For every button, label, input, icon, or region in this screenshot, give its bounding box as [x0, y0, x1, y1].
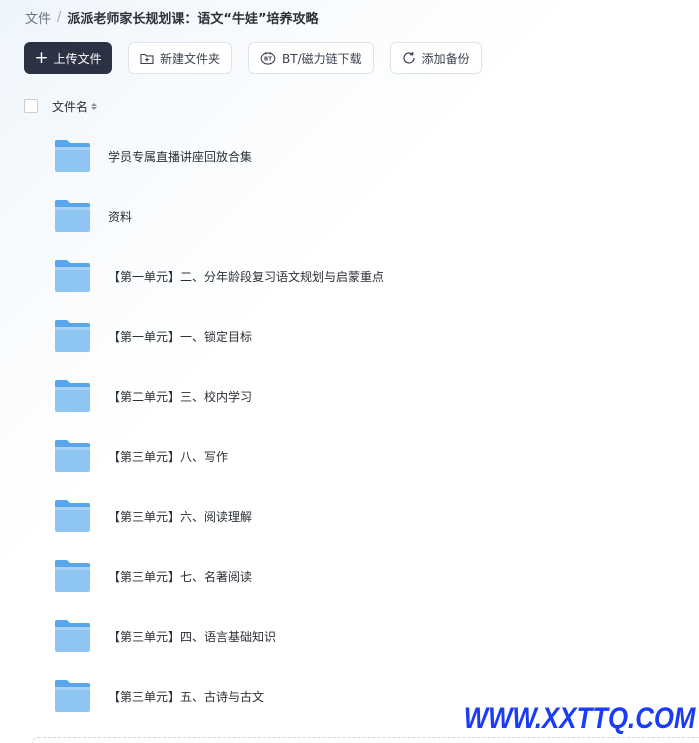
file-name: 【第三单元】六、阅读理解	[108, 509, 253, 524]
file-row[interactable]: 【第三单元】八、写作	[0, 426, 699, 486]
bt-icon: BT	[260, 52, 276, 65]
file-row[interactable]: 【第一单元】一、锁定目标	[0, 306, 699, 366]
upload-drop-zone[interactable]	[32, 737, 699, 743]
add-backup-label: 添加备份	[421, 51, 470, 66]
plus-icon: +	[34, 47, 49, 68]
bt-magnet-download-button[interactable]: BT BT/磁力链下载	[248, 42, 374, 74]
folder-icon	[55, 560, 90, 592]
file-row[interactable]: 【第三单元】六、阅读理解	[0, 486, 699, 546]
watermark-text: WWW.XXTTQ.COM	[463, 702, 695, 735]
sync-icon	[403, 52, 415, 64]
folder-icon	[55, 320, 90, 352]
bt-magnet-download-label: BT/磁力链下载	[282, 51, 362, 66]
file-row[interactable]: 【第一单元】二、分年龄段复习语文规划与启蒙重点	[0, 246, 699, 306]
file-name: 【第三单元】八、写作	[108, 449, 229, 464]
folder-icon	[55, 260, 90, 292]
file-name: 学员专属直播讲座回放合集	[108, 149, 253, 164]
folder-icon	[55, 500, 90, 532]
new-folder-icon	[140, 53, 154, 64]
upload-file-label: 上传文件	[53, 51, 102, 66]
folder-icon	[55, 140, 90, 172]
breadcrumb-separator: /	[57, 9, 62, 25]
folder-icon	[55, 680, 90, 712]
file-list: 学员专属直播讲座回放合集 资料【第一单元】二、分年龄段复习语文规划与启蒙重点 【第一…	[0, 126, 699, 726]
file-row[interactable]: 【第三单元】七、名著阅读	[0, 546, 699, 606]
file-name: 【第一单元】一、锁定目标	[108, 329, 253, 344]
folder-icon	[55, 440, 90, 472]
folder-icon	[55, 200, 90, 232]
file-row[interactable]: 【第二单元】三、校内学习	[0, 366, 699, 426]
new-folder-button[interactable]: 新建文件夹	[128, 42, 233, 74]
breadcrumb-current-folder: 派派老师家长规划课：语文“牛娃”培养攻略	[67, 11, 319, 27]
new-folder-label: 新建文件夹	[160, 51, 221, 66]
file-name: 【第三单元】七、名著阅读	[108, 569, 253, 584]
folder-icon	[55, 620, 90, 652]
add-backup-button[interactable]: 添加备份	[389, 42, 482, 74]
file-name: 【第二单元】三、校内学习	[108, 389, 253, 404]
file-list-header: 文件名	[24, 97, 98, 115]
folder-icon	[55, 380, 90, 412]
filename-column-header[interactable]: 文件名	[52, 98, 88, 115]
toolbar: + 上传文件 新建文件夹 BT BT/磁力链下载 添加备份	[24, 42, 482, 74]
file-name: 【第三单元】四、语言基础知识	[108, 629, 277, 644]
upload-file-button[interactable]: + 上传文件	[24, 42, 112, 74]
svg-text:BT: BT	[264, 57, 272, 63]
select-all-checkbox[interactable]	[24, 99, 38, 113]
sort-icon[interactable]	[91, 102, 98, 110]
file-name: 资料	[108, 209, 133, 224]
breadcrumb-root-link[interactable]: 文件	[25, 8, 51, 27]
file-name: 【第一单元】二、分年龄段复习语文规划与启蒙重点	[108, 269, 385, 284]
file-row[interactable]: 学员专属直播讲座回放合集	[0, 126, 699, 186]
file-row[interactable]: 资料	[0, 186, 699, 246]
file-row[interactable]: 【第三单元】四、语言基础知识	[0, 606, 699, 666]
file-name: 【第三单元】五、古诗与古文	[108, 689, 265, 704]
breadcrumb: 文件 / 派派老师家长规划课：语文“牛娃”培养攻略	[25, 8, 319, 27]
